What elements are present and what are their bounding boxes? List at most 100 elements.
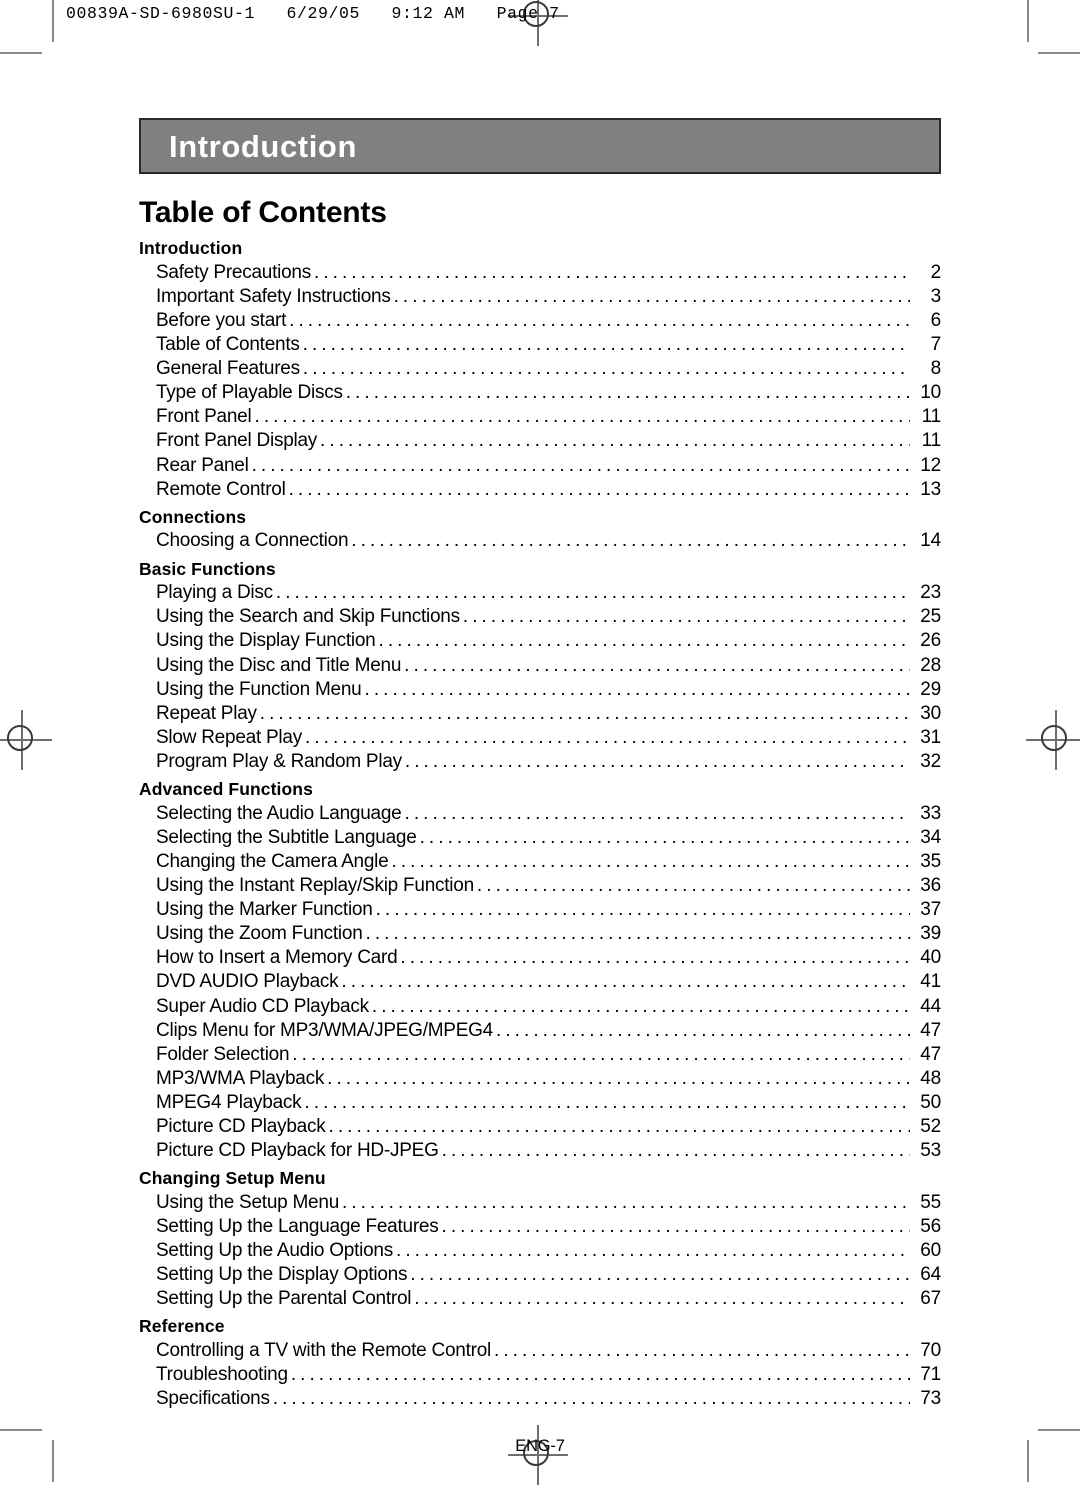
toc-entry[interactable]: Selecting the Audio Language............… bbox=[156, 802, 941, 826]
toc-entry[interactable]: General Features........................… bbox=[156, 357, 941, 381]
toc-entry-page-number: 40 bbox=[920, 947, 941, 969]
toc-entry[interactable]: Setting Up the Display Options..........… bbox=[156, 1263, 941, 1287]
toc-entry-label: Controlling a TV with the Remote Control bbox=[156, 1340, 491, 1362]
toc-entry[interactable]: MPEG4 Playback..........................… bbox=[156, 1091, 941, 1115]
toc-entry-label: Repeat Play bbox=[156, 702, 257, 724]
toc-entry[interactable]: Clips Menu for MP3/WMA/JPEG/MPEG4.......… bbox=[156, 1019, 941, 1043]
toc-entry[interactable]: Safety Precautions......................… bbox=[156, 261, 941, 285]
registration-mark-right-icon bbox=[1026, 710, 1080, 770]
toc-entry[interactable]: Picture CD Playback for HD-JPEG.........… bbox=[156, 1139, 941, 1163]
toc-entry[interactable]: Using the Setup Menu....................… bbox=[156, 1191, 941, 1215]
table-of-contents: Introduction Safety Precautions..........… bbox=[139, 237, 941, 1411]
toc-entry-label: Setting Up the Audio Options bbox=[156, 1240, 393, 1262]
toc-dot-leader: ........................................… bbox=[462, 606, 910, 628]
trim-mark-bottom-left-horizontal bbox=[0, 1429, 42, 1431]
toc-entry[interactable]: Slow Repeat Play........................… bbox=[156, 726, 941, 750]
toc-entry[interactable]: Repeat Play.............................… bbox=[156, 702, 941, 726]
toc-entry[interactable]: Remote Control..........................… bbox=[156, 478, 941, 502]
toc-entry-page-number: 37 bbox=[920, 899, 941, 921]
toc-entry[interactable]: Playing a Disc..........................… bbox=[156, 581, 941, 605]
toc-entry-label: Before you start bbox=[156, 309, 287, 331]
toc-entry[interactable]: Using the Zoom Function.................… bbox=[156, 922, 941, 946]
toc-entry[interactable]: Using the Disc and Title Menu...........… bbox=[156, 654, 941, 678]
toc-entry-label: Setting Up the Language Features bbox=[156, 1216, 439, 1238]
toc-dot-leader: ........................................… bbox=[292, 1043, 910, 1065]
toc-entry-label: Using the Zoom Function bbox=[156, 923, 363, 945]
toc-entry-page-number: 34 bbox=[920, 826, 941, 848]
toc-dot-leader: ........................................… bbox=[378, 630, 911, 652]
toc-entry-label: Important Safety Instructions bbox=[156, 285, 391, 307]
toc-entry-label: How to Insert a Memory Card bbox=[156, 947, 398, 969]
toc-entry-page-number: 31 bbox=[920, 726, 941, 748]
toc-entry-label: Type of Playable Discs bbox=[156, 382, 343, 404]
toc-entry[interactable]: Before you start........................… bbox=[156, 309, 941, 333]
toc-section-entries: Choosing a Connection...................… bbox=[139, 529, 941, 553]
trim-mark-bottom-right-vertical bbox=[1027, 1440, 1029, 1482]
toc-entry-page-number: 7 bbox=[930, 334, 942, 356]
toc-entry[interactable]: Choosing a Connection...................… bbox=[156, 529, 941, 553]
toc-entry[interactable]: Folder Selection........................… bbox=[156, 1043, 941, 1067]
toc-entry-label: Using the Disc and Title Menu bbox=[156, 654, 402, 676]
toc-entry[interactable]: Front Panel.............................… bbox=[156, 405, 941, 429]
toc-entry-page-number: 44 bbox=[920, 995, 941, 1017]
toc-entry-label: Rear Panel bbox=[156, 454, 249, 476]
toc-entry-page-number: 71 bbox=[920, 1364, 941, 1386]
toc-dot-leader: ........................................… bbox=[371, 995, 910, 1017]
toc-dot-leader: ........................................… bbox=[364, 678, 910, 700]
toc-entry[interactable]: Setting Up the Parental Control.........… bbox=[156, 1287, 941, 1311]
toc-entry-page-number: 41 bbox=[920, 971, 941, 993]
toc-dot-leader: ........................................… bbox=[345, 382, 910, 404]
toc-entry-label: MP3/WMA Playback bbox=[156, 1067, 325, 1089]
toc-entry[interactable]: Rear Panel..............................… bbox=[156, 454, 941, 478]
toc-dot-leader: ........................................… bbox=[304, 726, 910, 748]
toc-entry-page-number: 48 bbox=[920, 1067, 941, 1089]
toc-entry[interactable]: Changing the Camera Angle...............… bbox=[156, 850, 941, 874]
toc-dot-leader: ........................................… bbox=[441, 1216, 910, 1238]
toc-entry-label: Picture CD Playback bbox=[156, 1116, 326, 1137]
toc-entry-page-number: 10 bbox=[920, 382, 941, 404]
toc-entry[interactable]: Controlling a TV with the Remote Control… bbox=[156, 1339, 941, 1363]
toc-entry[interactable]: Using the Instant Replay/Skip Function..… bbox=[156, 874, 941, 898]
toc-dot-leader: ........................................… bbox=[272, 1388, 910, 1410]
toc-entry[interactable]: Using the Function Menu.................… bbox=[156, 678, 941, 702]
toc-entry-label: Slow Repeat Play bbox=[156, 726, 302, 748]
toc-entry[interactable]: Setting Up the Language Features........… bbox=[156, 1215, 941, 1239]
toc-entry[interactable]: Picture CD Playback.....................… bbox=[156, 1115, 941, 1139]
toc-dot-leader: ........................................… bbox=[441, 1140, 910, 1162]
toc-entry[interactable]: MP3/WMA Playback........................… bbox=[156, 1067, 941, 1091]
toc-entry[interactable]: How to Insert a Memory Card.............… bbox=[156, 946, 941, 970]
toc-entry[interactable]: Troubleshooting.........................… bbox=[156, 1363, 941, 1387]
toc-entry-page-number: 52 bbox=[920, 1116, 941, 1137]
toc-entry-page-number: 64 bbox=[920, 1264, 941, 1286]
toc-entry[interactable]: DVD AUDIO Playback......................… bbox=[156, 970, 941, 994]
toc-entry-label: Using the Setup Menu bbox=[156, 1191, 340, 1213]
toc-entry-label: Picture CD Playback for HD-JPEG bbox=[156, 1140, 439, 1162]
toc-entry[interactable]: Table of Contents.......................… bbox=[156, 333, 941, 357]
toc-entry-page-number: 35 bbox=[920, 850, 941, 872]
toc-entry[interactable]: Specifications..........................… bbox=[156, 1387, 941, 1411]
toc-section-entries: Using the Setup Menu....................… bbox=[139, 1191, 941, 1311]
trim-mark-bottom-left-vertical bbox=[52, 1440, 54, 1482]
toc-dot-leader: ........................................… bbox=[341, 971, 910, 993]
registration-mark-left-icon bbox=[0, 710, 52, 770]
toc-entry-page-number: 70 bbox=[920, 1340, 941, 1362]
toc-dot-leader: ........................................… bbox=[251, 454, 910, 476]
toc-dot-leader: ........................................… bbox=[351, 530, 910, 552]
toc-entry[interactable]: Using the Display Function..............… bbox=[156, 629, 941, 653]
toc-entry[interactable]: Super Audio CD Playback.................… bbox=[156, 995, 941, 1019]
toc-section-heading: Changing Setup Menu bbox=[139, 1168, 326, 1189]
toc-entry[interactable]: Program Play & Random Play..............… bbox=[156, 750, 941, 774]
toc-entry-page-number: 12 bbox=[920, 454, 941, 476]
toc-section-entries: Controlling a TV with the Remote Control… bbox=[139, 1339, 941, 1411]
toc-entry-page-number: 67 bbox=[920, 1288, 941, 1310]
toc-entry[interactable]: Important Safety Instructions...........… bbox=[156, 285, 941, 309]
toc-entry[interactable]: Type of Playable Discs..................… bbox=[156, 381, 941, 405]
toc-entry[interactable]: Front Panel Display.....................… bbox=[156, 429, 941, 453]
toc-entry[interactable]: Using the Search and Skip Functions.....… bbox=[156, 605, 941, 629]
toc-entry-page-number: 30 bbox=[920, 702, 941, 724]
toc-entry[interactable]: Selecting the Subtitle Language.........… bbox=[156, 826, 941, 850]
toc-entry[interactable]: Setting Up the Audio Options............… bbox=[156, 1239, 941, 1263]
toc-entry-label: Changing the Camera Angle bbox=[156, 850, 389, 872]
toc-entry[interactable]: Using the Marker Function...............… bbox=[156, 898, 941, 922]
toc-dot-leader: ........................................… bbox=[289, 309, 910, 331]
